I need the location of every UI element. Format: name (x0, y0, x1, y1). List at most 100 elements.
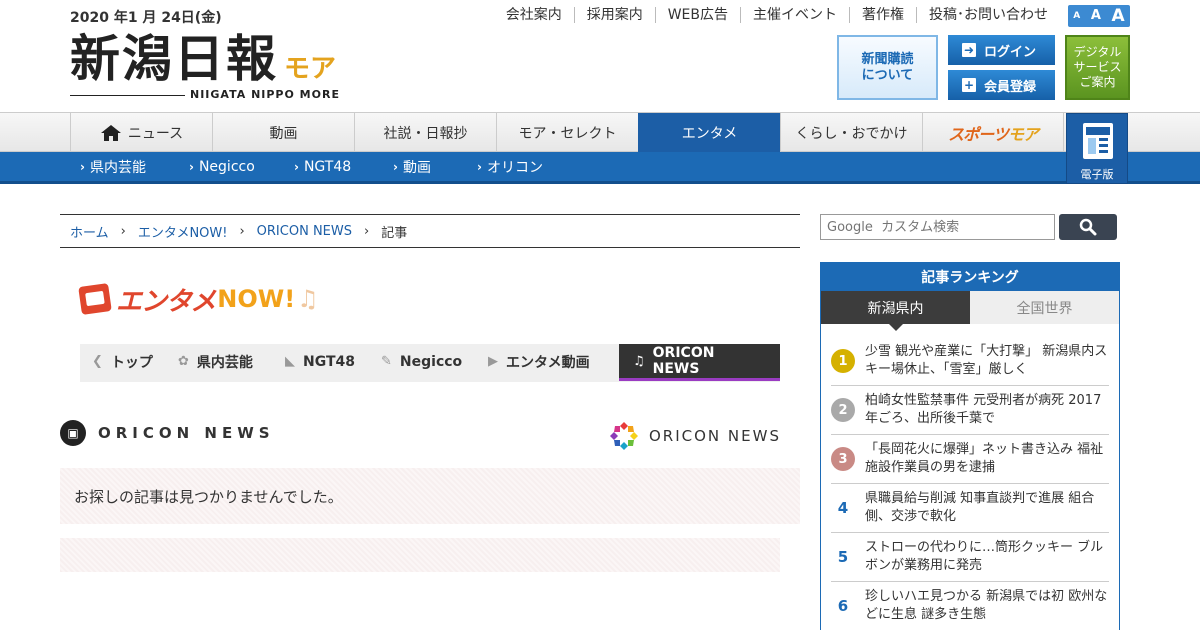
breadcrumb-separator: › (239, 223, 245, 239)
subnav-local-ent-label: 県内芸能 (89, 160, 146, 176)
tv-character-icon (78, 283, 112, 315)
ranking-item[interactable]: 1 少雪 観光や産業に「大打撃」 新潟県内スキー場休止、「雪室」厳しく (831, 337, 1109, 386)
search-input[interactable] (820, 214, 1055, 240)
ranking-headline: 県職員給与削減 知事直談判で進展 組合側、交渉で軟化 (865, 491, 1095, 524)
digital-edition-button[interactable]: 電子版 (1066, 113, 1128, 184)
entertainment-tabs: ❮ トップ ✿ 県内芸能 ◣ NGT48 ✎ Negicco ▶ エンタメ動画 … (80, 344, 780, 382)
ranking-headline: 少雪 観光や産業に「大打撃」 新潟県内スキー場休止、「雪室」厳しく (865, 344, 1108, 377)
ranking-tabs: 新潟県内 全国世界 (821, 291, 1119, 331)
ranking-item[interactable]: 5 ストローの代わりに…筒形クッキー ブルボンが業務用に発売 (831, 533, 1109, 582)
tab-oricon-news[interactable]: ♫ ORICON NEWS (619, 344, 780, 381)
ranking-item[interactable]: 3 「長岡花火に爆弾」ネット書き込み 福祉施設作業員の男を逮捕 (831, 435, 1109, 484)
nav-entertainment[interactable]: エンタメ (638, 113, 780, 152)
enta-logo-text: エンタメ (116, 286, 216, 317)
sub-nav: › 県内芸能 › Negicco › NGT48 › 動画 › オリコン (0, 152, 1200, 184)
nav-news[interactable]: ニュース (70, 113, 212, 152)
subscription-button[interactable]: 新聞購読 について (837, 35, 938, 100)
font-size-small[interactable]: A (1073, 6, 1080, 26)
chevron-left-icon: ❮ (92, 354, 103, 369)
tab-ngt48[interactable]: ◣ NGT48 (285, 344, 355, 379)
site-header: 2020 年1 月 24日(金) 新潟日報 モア NIIGATA NIPPO M… (0, 0, 1200, 113)
top-link-events[interactable]: 主催イベント (740, 7, 849, 23)
top-link-recruit[interactable]: 採用案内 (573, 7, 655, 23)
subnav-negicco[interactable]: › Negicco (189, 152, 255, 182)
nav-lifestyle-label: くらし・おでかけ (795, 125, 908, 142)
rank-badge: 2 (831, 398, 855, 422)
logo-subtitle: NIIGATA NIPPO MORE (190, 88, 340, 101)
oricon-news-logo[interactable]: ORICON NEWS (609, 421, 781, 451)
tab-local-ent[interactable]: ✿ 県内芸能 (178, 344, 253, 379)
top-link-copyright[interactable]: 著作権 (849, 7, 916, 23)
subnav-negicco-label: Negicco (198, 159, 255, 175)
chevron-right-icon: › (294, 160, 299, 174)
chevron-right-icon: › (189, 160, 194, 174)
tab-negicco[interactable]: ✎ Negicco (381, 344, 462, 379)
play-icon: ▶ (488, 354, 498, 369)
site-logo[interactable]: 新潟日報 モア NIIGATA NIPPO MORE (70, 30, 350, 102)
login-label: ログイン (984, 44, 1037, 60)
breadcrumb-home[interactable]: ホーム (70, 222, 109, 241)
section-heading: ▣ ORICON NEWS (60, 420, 275, 446)
tab-world[interactable]: 全国世界 (970, 291, 1119, 324)
font-size-switcher: A A A (1068, 5, 1130, 27)
enta-logo-now: NOW! (217, 285, 296, 313)
nav-editorial[interactable]: 社説・日報抄 (354, 113, 496, 152)
font-size-medium[interactable]: A (1091, 6, 1101, 26)
register-label: 会員登録 (984, 79, 1037, 95)
home-icon (100, 124, 121, 141)
ranking-headline: ストローの代わりに…筒形クッキー ブルボンが業務用に発売 (865, 540, 1104, 573)
nav-news-label: ニュース (127, 125, 184, 142)
nav-video[interactable]: 動画 (212, 113, 354, 152)
nav-more-select[interactable]: モア・セレクト (496, 113, 638, 152)
ranking-headline: 「長岡花火に爆弾」ネット書き込み 福祉施設作業員の男を逮捕 (865, 442, 1104, 475)
sports-label-b: モア (1007, 124, 1039, 144)
nav-sports-more[interactable]: スポーツモア (922, 113, 1064, 152)
enta-now-logo[interactable]: エンタメ NOW! ♫ (78, 282, 319, 317)
ranking-list: 1 少雪 観光や産業に「大打撃」 新潟県内スキー場休止、「雪室」厳しく 2 柏崎… (831, 337, 1109, 630)
logo-main-text: 新潟日報 (70, 29, 278, 88)
edition-label: 電子版 (1080, 168, 1114, 181)
register-button[interactable]: + 会員登録 (948, 70, 1055, 100)
subnav-ngt48-label: NGT48 (303, 159, 352, 175)
top-link-contact[interactable]: 投稿･お問い合わせ (916, 7, 1060, 23)
ranking-item[interactable]: 2 柏崎女性監禁事件 元受刑者が病死 2017年ごろ、出所後千葉で (831, 386, 1109, 435)
nav-video-label: 動画 (269, 125, 298, 142)
tab-top[interactable]: ❮ トップ (92, 344, 153, 379)
font-size-large[interactable]: A (1112, 6, 1125, 26)
nav-lifestyle[interactable]: くらし・おでかけ (780, 113, 922, 152)
ranking-item[interactable]: 6 珍しいハエ見つかる 新潟県では初 欧州などに生息 謎多き生態 (831, 582, 1109, 630)
search-button[interactable] (1059, 214, 1117, 240)
breadcrumb-oricon-news[interactable]: ORICON NEWS (257, 224, 352, 239)
tab-enta-video[interactable]: ▶ エンタメ動画 (488, 344, 590, 379)
oricon-mark-icon (610, 422, 638, 450)
tab-enta-video-label: エンタメ動画 (506, 354, 590, 371)
chevron-right-icon: › (477, 160, 482, 174)
subnav-oricon[interactable]: › オリコン (477, 152, 543, 182)
section-title: ORICON NEWS (98, 424, 275, 442)
subnav-video[interactable]: › 動画 (393, 152, 431, 182)
tab-oricon-news-label: ORICON NEWS (652, 345, 715, 377)
ranking-title: 記事ランキング (821, 263, 1119, 291)
ranking-headline: 柏崎女性監禁事件 元受刑者が病死 2017年ごろ、出所後千葉で (865, 393, 1102, 426)
login-button[interactable]: ➜ ログイン (948, 35, 1055, 65)
leek-icon: ✎ (381, 354, 392, 369)
login-arrow-icon: ➜ (962, 43, 976, 57)
subnav-oricon-label: オリコン (486, 160, 543, 176)
newspaper-book-icon (1083, 123, 1113, 159)
breadcrumb: ホーム › エンタメNOW! › ORICON NEWS › 記事 (60, 214, 800, 248)
subnav-local-ent[interactable]: › 県内芸能 (80, 152, 146, 182)
nav-entertainment-label: エンタメ (681, 125, 738, 142)
digital-service-button[interactable]: デジタル サービス ご案内 (1065, 35, 1130, 100)
subnav-ngt48[interactable]: › NGT48 (294, 152, 351, 182)
logo-more-text: モア (284, 54, 337, 84)
tab-niigata[interactable]: 新潟県内 (821, 291, 970, 331)
top-link-company[interactable]: 会社案内 (494, 7, 574, 23)
top-link-web-ads[interactable]: WEB広告 (654, 7, 740, 23)
article-ranking: 記事ランキング 新潟県内 全国世界 1 少雪 観光や産業に「大打撃」 新潟県内ス… (820, 262, 1120, 630)
breadcrumb-separator: › (363, 223, 370, 239)
nav-more-select-label: モア・セレクト (518, 125, 617, 142)
plus-icon: + (962, 78, 976, 92)
ranking-item[interactable]: 4 県職員給与削減 知事直談判で進展 組合側、交渉で軟化 (831, 484, 1109, 533)
speech-bubble-icon: ▣ (60, 420, 86, 446)
breadcrumb-enta-now[interactable]: エンタメNOW! (138, 222, 228, 241)
